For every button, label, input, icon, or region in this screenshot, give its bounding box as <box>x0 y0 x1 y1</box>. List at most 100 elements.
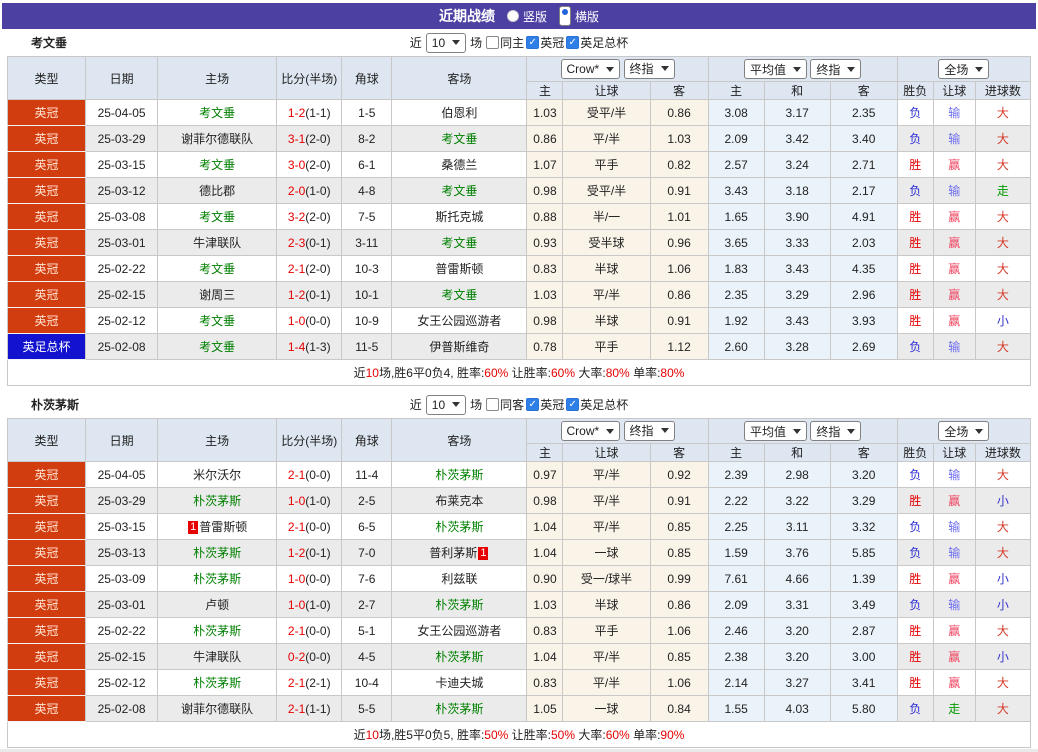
radio-button-selected-icon[interactable] <box>559 6 571 26</box>
checkbox-checked-icon[interactable] <box>566 398 580 411</box>
scope-select[interactable]: 全场 <box>938 421 990 441</box>
filter-checkbox-1[interactable]: 同主 <box>486 34 524 51</box>
away-team-cell[interactable]: 考文垂 <box>391 229 528 256</box>
away-team-cell[interactable]: 考文垂 <box>391 125 528 152</box>
away-team-name[interactable]: 桑德兰 <box>441 158 477 172</box>
home-team-cell[interactable]: 考文垂 <box>157 307 278 334</box>
avg-type-select[interactable]: 平均值 <box>743 59 807 79</box>
away-team-name[interactable]: 朴茨茅斯 <box>435 702 483 716</box>
home-team-name[interactable]: 谢周三 <box>199 288 235 302</box>
home-team-cell[interactable]: 朴茨茅斯 <box>157 617 278 644</box>
filter-checkbox-3[interactable]: 英足总杯 <box>566 34 628 51</box>
away-team-cell[interactable]: 斯托克城 <box>391 203 528 230</box>
home-team-name[interactable]: 谢菲尔德联队 <box>181 132 253 146</box>
home-team-cell[interactable]: 考文垂 <box>157 151 278 178</box>
away-team-name[interactable]: 普利茅斯 <box>429 546 477 560</box>
near-count-select[interactable]: 10 <box>425 32 467 53</box>
away-team-cell[interactable]: 普利茅斯 1 <box>391 539 528 566</box>
home-team-cell[interactable]: 米尔沃尔 <box>157 461 278 488</box>
home-team-name[interactable]: 谢菲尔德联队 <box>181 702 253 716</box>
odds-company-select[interactable]: Crow* <box>560 421 621 442</box>
away-team-cell[interactable]: 女王公园巡游者 <box>391 617 528 644</box>
home-team-cell[interactable]: 谢周三 <box>157 281 278 308</box>
away-team-name[interactable]: 女王公园巡游者 <box>417 314 501 328</box>
home-team-cell[interactable]: 朴茨茅斯 <box>157 487 278 514</box>
avg-time-select[interactable]: 终指 <box>810 59 862 79</box>
home-team-cell[interactable]: 谢菲尔德联队 <box>157 695 278 722</box>
home-team-cell[interactable]: 德比郡 <box>157 177 278 204</box>
home-team-cell[interactable]: 卢顿 <box>157 591 278 618</box>
away-team-cell[interactable]: 朴茨茅斯 <box>391 643 528 670</box>
avg-type-select[interactable]: 平均值 <box>743 421 807 441</box>
away-team-cell[interactable]: 考文垂 <box>391 177 528 204</box>
away-team-cell[interactable]: 桑德兰 <box>391 151 528 178</box>
away-team-name[interactable]: 考文垂 <box>441 288 477 302</box>
home-team-name[interactable]: 牛津联队 <box>193 650 241 664</box>
away-team-cell[interactable]: 考文垂 <box>391 281 528 308</box>
odds-company-select[interactable]: Crow* <box>560 59 621 80</box>
away-team-name[interactable]: 考文垂 <box>441 132 477 146</box>
filter-checkbox-2[interactable]: 英冠 <box>526 34 564 51</box>
home-team-name[interactable]: 朴茨茅斯 <box>193 494 241 508</box>
home-team-name[interactable]: 朴茨茅斯 <box>193 624 241 638</box>
away-team-cell[interactable]: 布莱克本 <box>391 487 528 514</box>
away-team-cell[interactable]: 伊普斯维奇 <box>391 333 528 360</box>
home-team-name[interactable]: 考文垂 <box>199 106 235 120</box>
home-team-cell[interactable]: 考文垂 <box>157 203 278 230</box>
away-team-cell[interactable]: 卡迪夫城 <box>391 669 528 696</box>
home-team-name[interactable]: 朴茨茅斯 <box>193 546 241 560</box>
away-team-cell[interactable]: 普雷斯顿 <box>391 255 528 282</box>
away-team-name[interactable]: 伯恩利 <box>441 106 477 120</box>
checkbox-checked-icon[interactable] <box>526 36 540 49</box>
home-team-cell[interactable]: 牛津联队 <box>157 643 278 670</box>
away-team-name[interactable]: 女王公园巡游者 <box>417 624 501 638</box>
away-team-name[interactable]: 朴茨茅斯 <box>435 650 483 664</box>
odds-time-select[interactable]: 终指 <box>623 420 675 441</box>
home-team-name[interactable]: 牛津联队 <box>193 236 241 250</box>
checkbox-checked-icon[interactable] <box>566 36 580 49</box>
away-team-name[interactable]: 考文垂 <box>441 236 477 250</box>
home-team-name[interactable]: 德比郡 <box>199 184 235 198</box>
away-team-cell[interactable]: 伯恩利 <box>391 99 528 126</box>
radio-button-icon[interactable] <box>506 10 519 22</box>
checkbox-unchecked-icon[interactable] <box>486 398 500 411</box>
home-team-cell[interactable]: 朴茨茅斯 <box>157 565 278 592</box>
radio-horizontal-layout[interactable]: 横版 <box>559 6 599 26</box>
home-team-name[interactable]: 考文垂 <box>199 340 235 354</box>
home-team-cell[interactable]: 考文垂 <box>157 333 278 360</box>
home-team-name[interactable]: 朴茨茅斯 <box>193 572 241 586</box>
filter-checkbox-1[interactable]: 同客 <box>486 396 524 413</box>
away-team-name[interactable]: 朴茨茅斯 <box>435 598 483 612</box>
home-team-name[interactable]: 考文垂 <box>199 158 235 172</box>
filter-checkbox-3[interactable]: 英足总杯 <box>566 396 628 413</box>
home-team-name[interactable]: 考文垂 <box>199 210 235 224</box>
home-team-cell[interactable]: 牛津联队 <box>157 229 278 256</box>
odds-time-select[interactable]: 终指 <box>623 58 675 79</box>
away-team-name[interactable]: 考文垂 <box>441 184 477 198</box>
away-team-cell[interactable]: 朴茨茅斯 <box>391 695 528 722</box>
scope-select[interactable]: 全场 <box>938 59 990 79</box>
home-team-name[interactable]: 米尔沃尔 <box>193 468 241 482</box>
away-team-cell[interactable]: 利兹联 <box>391 565 528 592</box>
home-team-name[interactable]: 朴茨茅斯 <box>193 676 241 690</box>
home-team-cell[interactable]: 谢菲尔德联队 <box>157 125 278 152</box>
away-team-name[interactable]: 卡迪夫城 <box>435 676 483 690</box>
near-count-select[interactable]: 10 <box>425 394 467 415</box>
away-team-cell[interactable]: 女王公园巡游者 <box>391 307 528 334</box>
home-team-cell[interactable]: 考文垂 <box>157 99 278 126</box>
away-team-name[interactable]: 利兹联 <box>441 572 477 586</box>
home-team-cell[interactable]: 考文垂 <box>157 255 278 282</box>
away-team-name[interactable]: 普雷斯顿 <box>435 262 483 276</box>
away-team-cell[interactable]: 朴茨茅斯 <box>391 461 528 488</box>
home-team-cell[interactable]: 1 普雷斯顿 <box>157 513 278 540</box>
away-team-cell[interactable]: 朴茨茅斯 <box>391 513 528 540</box>
away-team-name[interactable]: 朴茨茅斯 <box>435 468 483 482</box>
home-team-name[interactable]: 考文垂 <box>199 314 235 328</box>
home-team-cell[interactable]: 朴茨茅斯 <box>157 669 278 696</box>
away-team-name[interactable]: 斯托克城 <box>435 210 483 224</box>
filter-checkbox-2[interactable]: 英冠 <box>526 396 564 413</box>
radio-vertical-layout[interactable]: 竖版 <box>506 8 547 25</box>
away-team-name[interactable]: 布莱克本 <box>435 494 483 508</box>
checkbox-unchecked-icon[interactable] <box>486 36 500 49</box>
away-team-name[interactable]: 伊普斯维奇 <box>429 340 489 354</box>
